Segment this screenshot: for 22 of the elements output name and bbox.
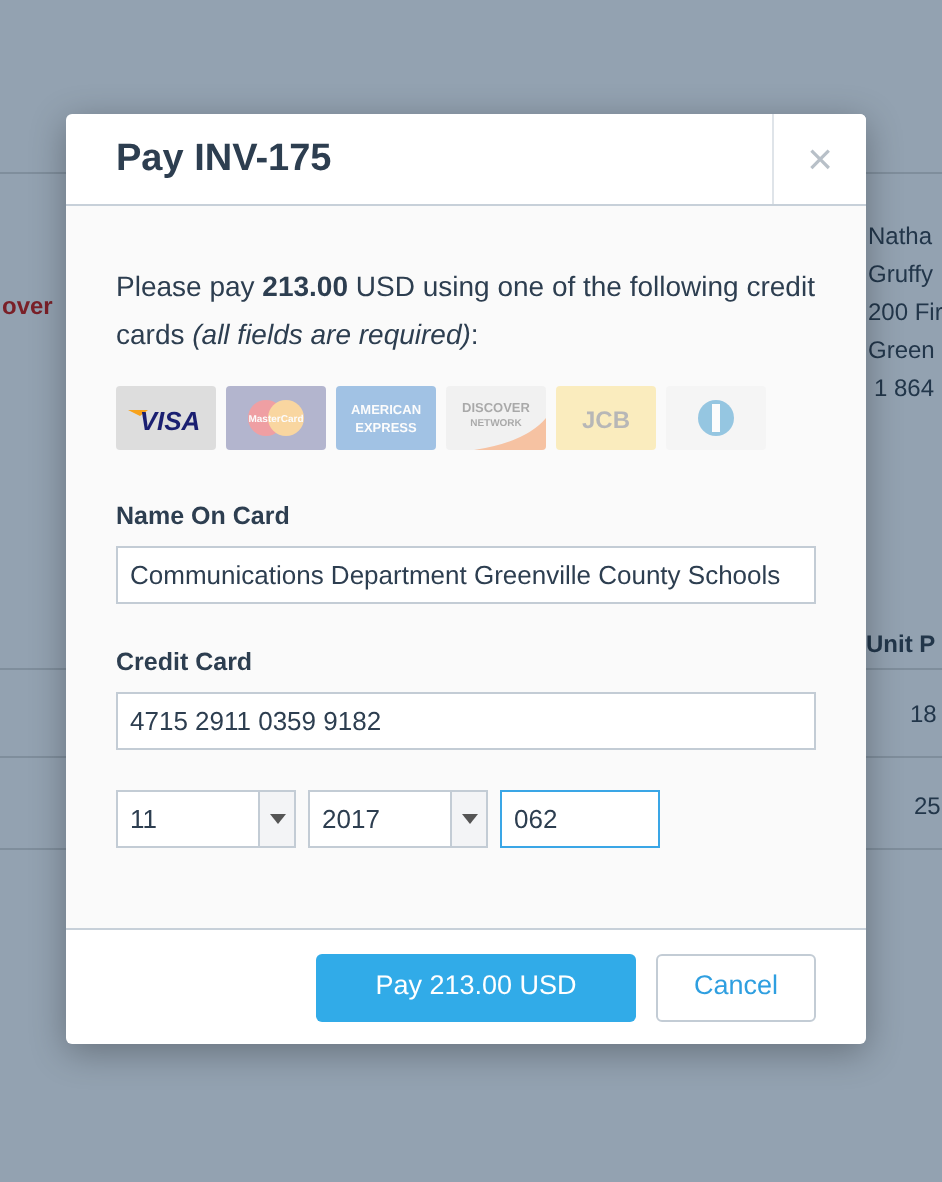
card-number-field[interactable]: 4715 2911 0359 9182	[116, 691, 816, 749]
table-cell-text: 25	[914, 790, 941, 824]
caret-icon	[269, 813, 285, 823]
contact-line: 1 864	[874, 372, 935, 406]
table-cell-text: 18	[910, 698, 937, 732]
visa-logo: VISA	[116, 386, 216, 450]
field-label: Credit Card	[116, 645, 255, 680]
contact-line: Gruffy	[868, 258, 933, 292]
caret-icon	[461, 813, 477, 823]
column-heading: Unit P	[866, 628, 936, 662]
cvc-field[interactable]: 062	[500, 789, 660, 847]
field-label: Name On Card	[116, 500, 292, 534]
jcb-logo: JCB	[556, 386, 656, 450]
contact-line: Natha	[868, 220, 933, 254]
year-select[interactable]: 2017	[308, 789, 488, 847]
intro-text: Please pay 213.00 USD using one of the following credit cards (all fields are required):	[116, 268, 816, 354]
contact-line: Green	[868, 334, 935, 368]
modal-title: Pay INV-175	[114, 136, 334, 184]
month-select[interactable]: 11	[116, 789, 296, 847]
name-field[interactable]: Communications Department Greenville County Schools	[116, 545, 816, 604]
status-text: over	[2, 290, 53, 324]
contact-line: 200 Fir	[868, 296, 942, 330]
